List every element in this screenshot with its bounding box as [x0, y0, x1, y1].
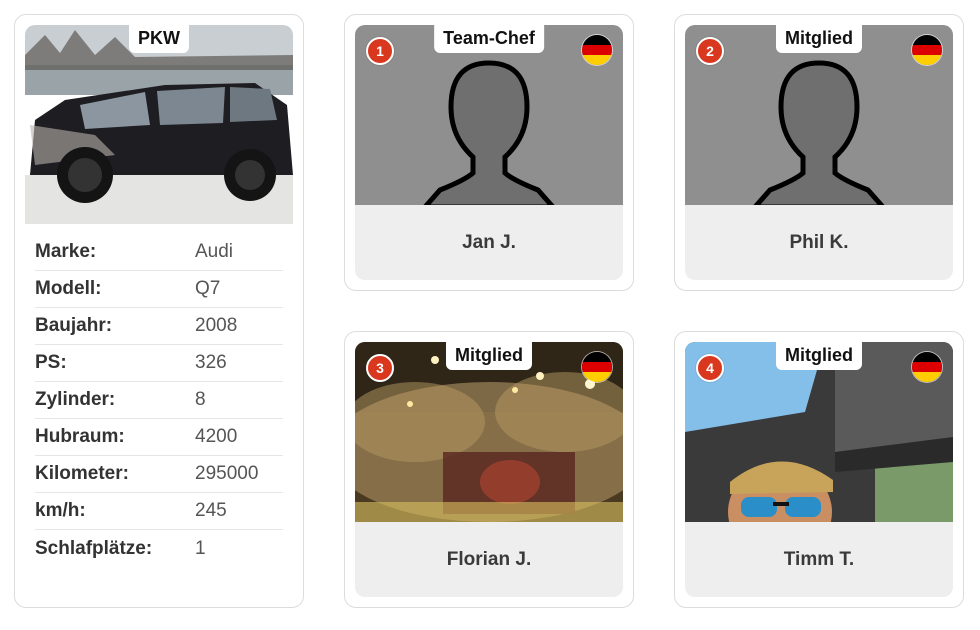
vehicle-photo: PKW: [25, 25, 293, 224]
member-role-tag: Mitglied: [446, 342, 532, 370]
member-card[interactable]: Team-Chef 1 Jan J.: [344, 14, 634, 291]
member-number-badge: 1: [366, 37, 394, 65]
spec-label: Zylinder:: [35, 389, 116, 410]
member-name: Timm T.: [783, 548, 855, 570]
member-card[interactable]: Mitglied 4 Timm T.: [674, 331, 964, 608]
spec-value: 8: [195, 389, 206, 410]
member-number-badge: 2: [696, 37, 724, 65]
member-card[interactable]: Mitglied 2 Phil K.: [674, 14, 964, 291]
spec-value: 2008: [195, 315, 238, 336]
spec-label: PS:: [35, 352, 67, 373]
member-number-badge: 4: [696, 354, 724, 382]
spec-row-horsepower: PS: 326: [35, 345, 283, 382]
spec-value: Audi: [195, 241, 234, 262]
spec-value: 295000: [195, 463, 259, 484]
member-card-inner: Mitglied 4 Timm T.: [685, 342, 953, 597]
member-number-badge: 3: [366, 354, 394, 382]
member-role-tag: Mitglied: [776, 342, 862, 370]
spec-label: Marke:: [35, 241, 97, 262]
spec-value: Q7: [195, 278, 221, 299]
germany-flag-icon: [582, 35, 612, 65]
member-role-tag: Team-Chef: [434, 25, 544, 53]
member-name: Jan J.: [462, 231, 516, 253]
vehicle-spec-table: Marke: Audi Modell: Q7 Baujahr: 2008 PS:…: [35, 234, 283, 567]
spec-label: Hubraum:: [35, 426, 125, 447]
germany-flag-icon: [912, 35, 942, 65]
vehicle-card: PKW Marke: Audi Modell: Q7 Baujahr: 2008…: [14, 14, 304, 608]
spec-row-top-speed: km/h: 245: [35, 493, 283, 530]
spec-label: Modell:: [35, 278, 102, 299]
spec-row-model: Modell: Q7: [35, 271, 283, 308]
spec-row-cylinders: Zylinder: 8: [35, 382, 283, 419]
spec-row-brand: Marke: Audi: [35, 234, 283, 271]
spec-value: 245: [195, 500, 227, 521]
germany-flag-icon: [912, 352, 942, 382]
member-card-inner: Mitglied 3 Florian J.: [355, 342, 623, 597]
spec-value: 1: [195, 537, 206, 559]
spec-row-year: Baujahr: 2008: [35, 308, 283, 345]
vehicle-type-tag: PKW: [129, 25, 189, 53]
member-name: Phil K.: [789, 231, 849, 253]
spec-label: km/h:: [35, 500, 86, 521]
spec-label: Baujahr:: [35, 315, 113, 336]
germany-flag-icon: [582, 352, 612, 382]
member-card[interactable]: Mitglied 3 Florian J.: [344, 331, 634, 608]
spec-label: Kilometer:: [35, 463, 129, 484]
spec-row-displacement: Hubraum: 4200: [35, 419, 283, 456]
spec-label: Schlafplätze:: [35, 537, 153, 559]
spec-value: 4200: [195, 426, 238, 447]
member-name: Florian J.: [446, 548, 532, 570]
spec-row-mileage: Kilometer: 295000: [35, 456, 283, 493]
member-card-inner: Team-Chef 1 Jan J.: [355, 25, 623, 280]
spec-value: 326: [195, 352, 227, 373]
member-card-inner: Mitglied 2 Phil K.: [685, 25, 953, 280]
member-role-tag: Mitglied: [776, 25, 862, 53]
spec-row-sleeping-places: Schlafplätze: 1: [35, 530, 283, 567]
